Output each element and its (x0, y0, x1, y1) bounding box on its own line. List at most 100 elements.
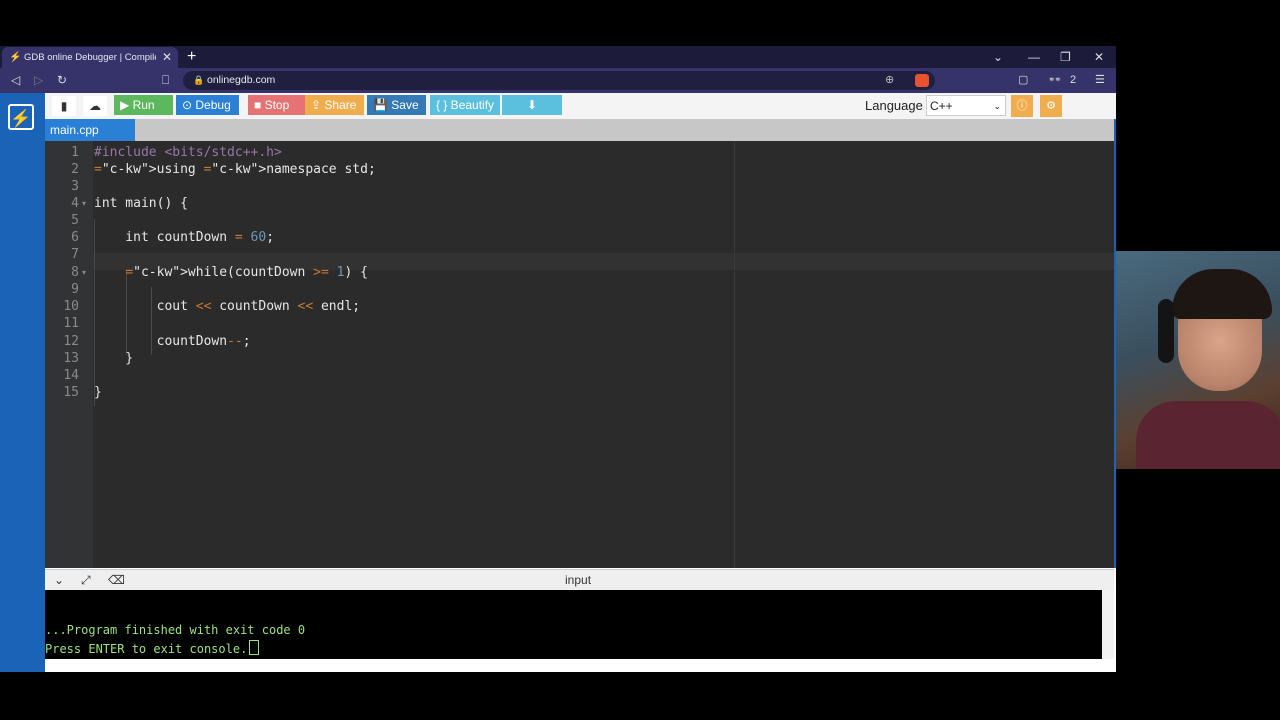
code-line: int countDown = 60; (94, 230, 275, 245)
lock-icon: 🔒 (193, 75, 205, 85)
fold-arrow-icon[interactable]: ▾ (82, 264, 86, 281)
run-label: Run (132, 98, 155, 112)
print-margin (734, 141, 735, 568)
console-line: Press ENTER to exit console. (45, 640, 260, 656)
code-line: cout << countDown << endl; (94, 299, 361, 314)
code-line: ="c-kw">using ="c-kw">namespace std; (94, 162, 376, 177)
upload-icon[interactable]: ☁ (83, 96, 107, 116)
debug-label: Debug (195, 98, 231, 112)
menu-icon[interactable]: ☰ (1095, 68, 1105, 93)
browser-tab[interactable]: ⚡ GDB online Debugger | Compiler ✕ (2, 47, 178, 68)
line-number: 5 (71, 213, 79, 228)
back-icon[interactable]: ◁ (11, 68, 20, 93)
console-line: ...Program finished with exit code 0 (45, 623, 306, 637)
webcam-hair (1172, 269, 1272, 319)
download-icon: ⬇ (526, 98, 538, 112)
reload-icon[interactable]: ↻ (57, 68, 67, 93)
webcam-overlay (1116, 251, 1280, 469)
fold-arrow-icon[interactable]: ▾ (82, 195, 86, 212)
code-line: } (94, 351, 134, 366)
save-label: Save (391, 98, 419, 112)
info-icon[interactable]: ⓘ (1011, 95, 1033, 117)
stop-icon: ■ (254, 98, 265, 112)
text-cursor (249, 640, 260, 655)
share-icon: ⇪ (311, 98, 325, 112)
zoom-icon[interactable]: ⊕ (885, 71, 894, 90)
code-line: } (94, 385, 102, 400)
webcam-shirt (1136, 401, 1280, 469)
close-tab-icon[interactable]: ✕ (162, 47, 172, 68)
line-number: 2 (71, 162, 79, 177)
line-number: 13 (63, 351, 79, 366)
sidebar-toggle-icon[interactable]: ▢ (1018, 68, 1028, 93)
language-label: Language (865, 98, 923, 113)
beautify-button[interactable]: { } Beautify (430, 95, 500, 115)
bolt-logo-icon[interactable]: ⚡ (8, 104, 34, 130)
chevron-down-icon: ⌄ (993, 101, 1001, 111)
address-toolbar: ◁ ▷ ↻ ⎕ 🔒 onlinegdb.com ⊕ ▢ 👓 2 ☰ (0, 68, 1116, 93)
page: ⚡ ▮ ☁ ▶ Run ⊙ Debug ■ Stop ⇪ Share 💾 Sav… (0, 93, 1116, 672)
bolt-favicon-icon: ⚡ (9, 52, 22, 63)
line-number: 15 (63, 385, 79, 400)
close-window-icon[interactable]: ✕ (1094, 46, 1104, 68)
minimize-icon[interactable]: — (1028, 46, 1040, 68)
run-button[interactable]: ▶ Run (114, 95, 173, 115)
console-prompt-text: Press ENTER to exit console. (45, 642, 248, 656)
code-line: int main() { (94, 196, 188, 211)
console-title: input (565, 573, 592, 587)
window-count: 2 (1070, 74, 1077, 86)
console-header: ⌄ ⤢ ⌫ input (45, 569, 1114, 590)
clear-console-icon[interactable]: ⌫ (108, 570, 125, 590)
new-tab-button[interactable]: + (187, 46, 196, 68)
ide-toolbar: ▮ ☁ ▶ Run ⊙ Debug ■ Stop ⇪ Share 💾 Save … (45, 93, 1116, 119)
line-number: 8 (71, 265, 79, 280)
language-value: C++ (930, 99, 953, 113)
tab-title: GDB online Debugger | Compiler (24, 52, 156, 63)
tab-search-chevron-icon[interactable]: ⌄ (993, 46, 1003, 68)
debug-icon: ⊙ (182, 98, 196, 112)
brave-shield-icon[interactable] (915, 74, 929, 87)
stop-button[interactable]: ■ Stop (248, 95, 307, 115)
line-number: 7 (71, 247, 79, 262)
maximize-icon[interactable]: ❐ (1060, 46, 1071, 68)
file-tab-main-cpp[interactable]: main.cpp (45, 119, 135, 141)
console-scrollbar[interactable] (1102, 590, 1114, 659)
incognito-icon[interactable]: 👓 (1048, 68, 1062, 93)
play-icon: ▶ (120, 98, 133, 112)
line-number: 6 (71, 230, 79, 245)
debug-button[interactable]: ⊙ Debug (176, 95, 239, 115)
line-number: 4 (71, 196, 79, 211)
code-editor[interactable]: 1 2 3 4 ▾ 5 6 7 8 ▾ 9 10 11 12 13 14 15 … (45, 141, 1114, 568)
line-number: 11 (63, 316, 79, 331)
share-button[interactable]: ⇪ Share (305, 95, 364, 115)
line-number: 9 (71, 282, 79, 297)
line-number: 12 (63, 334, 79, 349)
line-number: 1 (71, 145, 79, 160)
chevron-down-icon[interactable]: ⌄ (54, 570, 64, 590)
download-button[interactable]: ⬇ (502, 95, 562, 115)
file-tabs-bar: main.cpp (45, 119, 1114, 141)
line-number: 3 (71, 179, 79, 194)
address-bar[interactable]: 🔒 onlinegdb.com ⊕ (183, 71, 935, 90)
console-output[interactable]: ...Program finished with exit code 0 Pre… (45, 590, 1102, 659)
bookmark-icon[interactable]: ⎕ (162, 68, 169, 93)
code-line: #include <bits/stdc++.h> (94, 145, 282, 160)
language-select[interactable]: C++ ⌄ (926, 95, 1006, 116)
stop-label: Stop (264, 98, 290, 112)
line-number: 14 (63, 368, 79, 383)
line-number: 10 (63, 299, 79, 314)
forward-icon[interactable]: ▷ (34, 68, 43, 93)
tab-strip: ⚡ GDB online Debugger | Compiler ✕ + ⌄ —… (0, 46, 1116, 68)
code-line: countDown--; (94, 334, 251, 349)
code-line: ="c-kw">while(countDown >= 1) { (125, 265, 368, 280)
headset-icon (1158, 299, 1174, 363)
save-button[interactable]: 💾 Save (367, 95, 426, 115)
new-file-icon[interactable]: ▮ (52, 96, 76, 116)
share-label: Share (324, 98, 357, 112)
expand-icon[interactable]: ⤢ (81, 570, 91, 590)
gear-icon[interactable]: ⚙ (1040, 95, 1062, 117)
browser-window: ⚡ GDB online Debugger | Compiler ✕ + ⌄ —… (0, 46, 1116, 672)
url-text[interactable]: onlinegdb.com (207, 71, 275, 90)
save-icon: 💾 (373, 98, 392, 112)
left-sidebar: ⚡ (0, 93, 45, 672)
